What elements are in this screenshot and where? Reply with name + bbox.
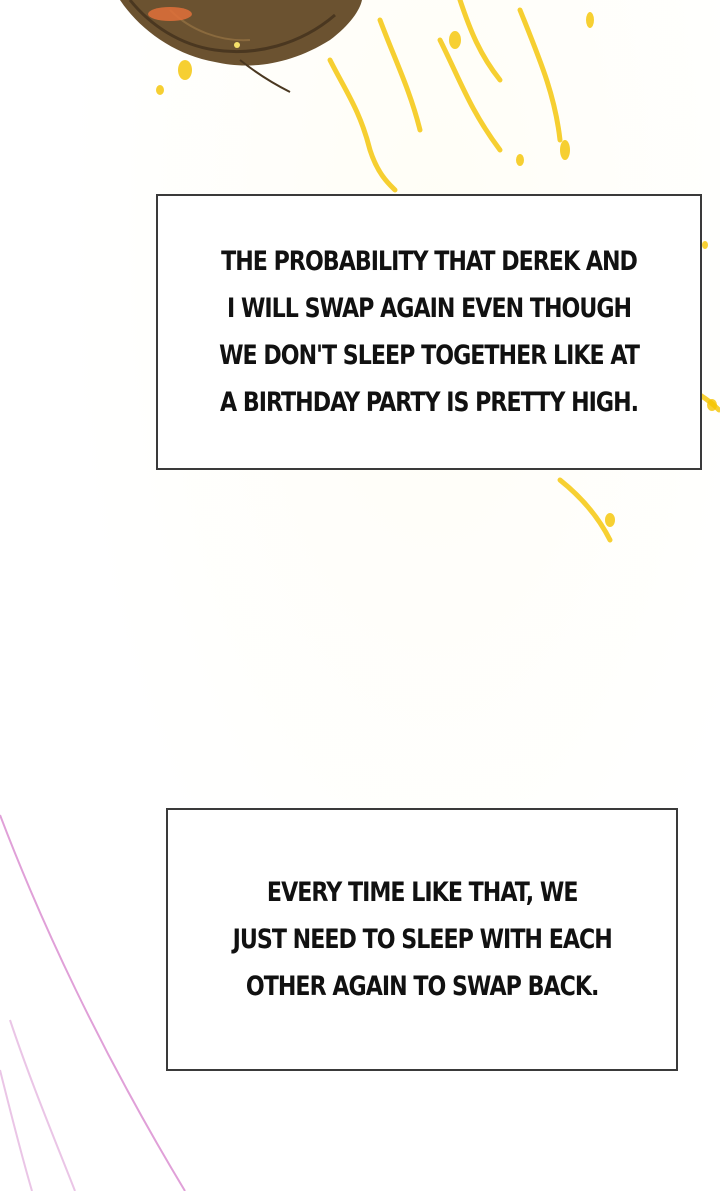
caption-box-2: EVERY TIME LIKE THAT, WE JUST NEED TO SL… (166, 808, 678, 1071)
hair-art (120, 0, 362, 93)
comic-panel: THE PROBABILITY THAT DEREK AND I WILL SW… (0, 0, 720, 1191)
pink-lines (0, 814, 186, 1191)
caption-text-1: THE PROBABILITY THAT DEREK AND I WILL SW… (219, 246, 640, 418)
caption-box-1: THE PROBABILITY THAT DEREK AND I WILL SW… (156, 194, 702, 470)
caption-text-2: EVERY TIME LIKE THAT, WE JUST NEED TO SL… (232, 877, 612, 1002)
